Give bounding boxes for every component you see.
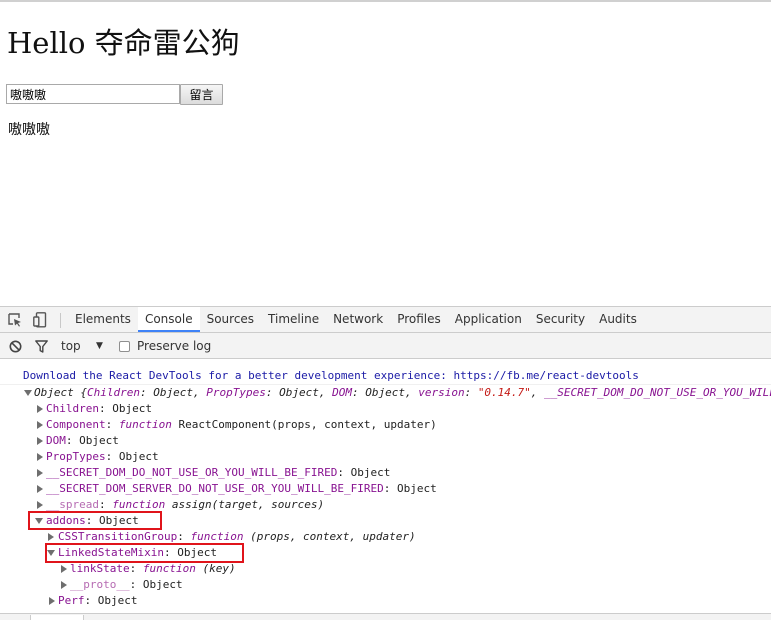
collapsed-triangle-icon[interactable] [37, 501, 43, 509]
row-key: Component [46, 418, 106, 431]
tree-row-dom[interactable]: DOM: Object [0, 433, 771, 449]
tree-row-perf[interactable]: Perf: Object [0, 593, 771, 609]
toolbar-separator [60, 313, 61, 328]
row-signature: ReactComponent(props, context, updater) [178, 418, 437, 431]
row-key: __proto__ [70, 578, 130, 591]
console-output: Download the React DevTools for a better… [0, 359, 771, 613]
tree-row-secret-dom[interactable]: __SECRET_DOM_DO_NOT_USE_OR_YOU_WILL_BE_F… [0, 465, 771, 481]
tab-audits[interactable]: Audits [592, 307, 644, 332]
row-value: Object [97, 594, 138, 607]
row-function-keyword: function [190, 530, 244, 543]
row-key: __spread [46, 498, 99, 511]
row-key: linkState [70, 562, 130, 575]
console-info-message: Download the React DevTools for a better… [0, 368, 771, 385]
summary-value-children: Object [153, 386, 193, 399]
row-key: DOM [46, 434, 66, 447]
object-summary-prefix: Object { [34, 386, 87, 399]
summary-key-children: Children [86, 386, 140, 399]
row-signature: (props, context, updater) [250, 530, 416, 543]
row-value: Object [142, 578, 183, 591]
clear-console-icon[interactable] [9, 340, 22, 353]
summary-key-dom: DOM [332, 386, 352, 399]
message-input[interactable] [6, 84, 180, 104]
devtools-panel: Elements Console Sources Timeline Networ… [0, 306, 771, 620]
collapsed-triangle-icon[interactable] [61, 581, 67, 589]
inspect-element-icon[interactable] [8, 313, 22, 327]
row-key: Perf [58, 594, 85, 607]
row-key: PropTypes [46, 450, 106, 463]
row-signature: assign(target, sources) [171, 498, 325, 511]
tab-application[interactable]: Application [448, 307, 529, 332]
row-function-keyword: function [118, 418, 172, 431]
row-signature: (key) [202, 562, 236, 575]
tab-network[interactable]: Network [326, 307, 390, 332]
tree-row-linkstate[interactable]: linkState: function (key) [0, 561, 771, 577]
row-key: Children [46, 402, 99, 415]
summary-key-proptypes: PropTypes [206, 386, 266, 399]
device-mode-icon[interactable] [33, 312, 47, 328]
tree-row-component[interactable]: Component: function ReactComponent(props… [0, 417, 771, 433]
preserve-log-label: Preserve log [137, 339, 212, 353]
tab-timeline[interactable]: Timeline [261, 307, 326, 332]
tab-sources[interactable]: Sources [200, 307, 261, 332]
tree-row-children[interactable]: Children: Object [0, 401, 771, 417]
summary-key-secret: __SECRET_DOM_DO_NOT_USE_OR_YOU_WILL [544, 386, 771, 399]
collapsed-triangle-icon[interactable] [37, 421, 43, 429]
collapsed-triangle-icon[interactable] [37, 469, 43, 477]
info-text: Download the React DevTools for a better… [23, 369, 639, 382]
tab-security[interactable]: Security [529, 307, 592, 332]
row-key: __SECRET_DOM_DO_NOT_USE_OR_YOU_WILL_BE_F… [46, 466, 338, 479]
collapsed-triangle-icon[interactable] [61, 565, 67, 573]
console-toolbar: top ▼ Preserve log [0, 333, 771, 359]
row-value: Object [350, 466, 391, 479]
summary-value-version: "0.14.7" [477, 386, 531, 399]
collapsed-triangle-icon[interactable] [37, 453, 43, 461]
row-key: CSSTransitionGroup [58, 530, 178, 543]
row-function-keyword: function [142, 562, 196, 575]
row-value: Object [397, 482, 437, 495]
row-function-keyword: function [112, 498, 166, 511]
summary-value-proptypes: Object [279, 386, 319, 399]
row-value: Object [118, 450, 159, 463]
object-summary-row[interactable]: Object {Children: Object, PropTypes: Obj… [0, 385, 771, 401]
tab-console[interactable]: Console [137, 307, 200, 332]
tree-row-proptypes[interactable]: PropTypes: Object [0, 449, 771, 465]
drawer-handle[interactable] [30, 615, 84, 620]
preserve-log-checkbox[interactable] [119, 341, 130, 352]
row-key: __SECRET_DOM_SERVER_DO_NOT_USE_OR_YOU_WI… [46, 482, 384, 495]
tree-row-proto[interactable]: __proto__: Object [0, 577, 771, 593]
tab-profiles[interactable]: Profiles [390, 307, 448, 332]
devtools-tabs: Elements Console Sources Timeline Networ… [68, 307, 644, 333]
message-output: 嗷嗷嗷 [8, 122, 50, 138]
filter-icon[interactable] [35, 340, 48, 353]
collapsed-triangle-icon[interactable] [37, 485, 43, 493]
tree-row-secret-server[interactable]: __SECRET_DOM_SERVER_DO_NOT_USE_OR_YOU_WI… [0, 481, 771, 497]
row-value: Object [112, 402, 152, 415]
context-selector-value: top [61, 339, 81, 353]
collapsed-triangle-icon[interactable] [48, 533, 54, 541]
devtools-tab-bar: Elements Console Sources Timeline Networ… [0, 306, 771, 333]
highlight-box-addons [28, 511, 162, 530]
context-selector[interactable]: top ▼ [61, 333, 103, 359]
dropdown-arrow-icon: ▼ [96, 341, 103, 351]
highlight-box-linkedstatemixin [45, 543, 244, 563]
summary-value-dom: Object [365, 386, 405, 399]
summary-key-version: version [418, 386, 465, 399]
collapsed-triangle-icon[interactable] [49, 597, 55, 605]
leave-message-button[interactable]: 留言 [180, 84, 223, 105]
row-value: Object [79, 434, 119, 447]
collapsed-triangle-icon[interactable] [37, 405, 43, 413]
collapsed-triangle-icon[interactable] [37, 437, 43, 445]
expanded-triangle-icon[interactable] [24, 390, 32, 396]
page-content: Hello 夺命雷公狗 留言 嗷嗷嗷 [0, 2, 771, 306]
tab-elements[interactable]: Elements [68, 307, 138, 332]
page-title: Hello 夺命雷公狗 [7, 26, 240, 60]
